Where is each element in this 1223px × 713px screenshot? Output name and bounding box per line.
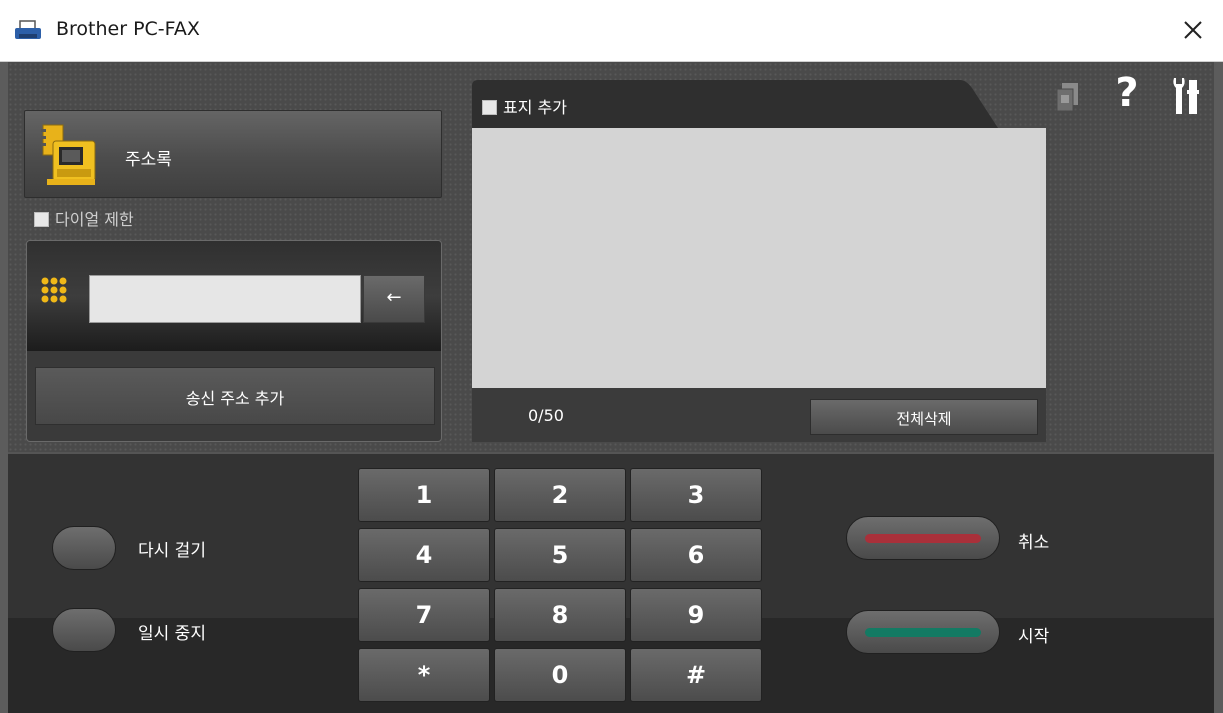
- start-button[interactable]: [846, 610, 1000, 654]
- redial-label: 다시 걸기: [138, 541, 206, 561]
- address-book-button[interactable]: 주소록: [24, 110, 442, 198]
- help-icon[interactable]: ?: [1110, 70, 1144, 116]
- title-bar: Brother PC-FAX: [0, 0, 1223, 62]
- cover-page-icon[interactable]: [1056, 82, 1080, 114]
- key-5[interactable]: 5: [494, 528, 626, 582]
- key-5-label: 5: [551, 541, 569, 569]
- key-star-label: *: [417, 661, 431, 689]
- cancel-button[interactable]: [846, 516, 1000, 560]
- key-7-label: 7: [415, 601, 433, 629]
- dial-limit-checkbox[interactable]: [34, 212, 49, 227]
- cancel-label: 취소: [1018, 533, 1050, 553]
- window-frame-right: [1214, 62, 1223, 713]
- key-7[interactable]: 7: [358, 588, 490, 642]
- recipient-count: 0/50: [528, 406, 564, 425]
- fax-number-input[interactable]: [89, 275, 361, 323]
- key-4[interactable]: 4: [358, 528, 490, 582]
- key-hash-label: #: [685, 661, 707, 689]
- dial-limit-option: 다이얼 제한: [34, 206, 134, 230]
- pause-label: 일시 중지: [138, 624, 206, 644]
- key-3[interactable]: 3: [630, 468, 762, 522]
- key-2[interactable]: 2: [494, 468, 626, 522]
- start-label: 시작: [1018, 627, 1050, 647]
- window-title: Brother PC-FAX: [56, 18, 200, 40]
- printer-icon: [15, 20, 41, 39]
- cancel-indicator: [865, 534, 981, 543]
- dial-limit-label: 다이얼 제한: [55, 210, 134, 229]
- start-indicator: [865, 628, 981, 637]
- cover-page-label-wrap: 표지 추가: [482, 94, 567, 118]
- key-0-label: 0: [551, 661, 569, 689]
- recipient-list[interactable]: [472, 128, 1046, 388]
- key-hash[interactable]: #: [630, 648, 762, 702]
- number-entry-group: ← 송신 주소 추가: [26, 240, 442, 442]
- redial-button[interactable]: [52, 526, 116, 570]
- recipient-list-footer: 0/50 전체삭제: [472, 388, 1046, 442]
- key-1[interactable]: 1: [358, 468, 490, 522]
- key-6-label: 6: [687, 541, 705, 569]
- key-2-label: 2: [551, 481, 569, 509]
- add-send-address-label: 송신 주소 추가: [185, 389, 285, 408]
- back-arrow-icon: ←: [386, 287, 402, 308]
- pause-button[interactable]: [52, 608, 116, 652]
- backspace-button[interactable]: ←: [363, 275, 425, 323]
- key-6[interactable]: 6: [630, 528, 762, 582]
- key-1-label: 1: [415, 481, 433, 509]
- cover-page-option: 표지 추가: [472, 78, 1002, 128]
- key-9[interactable]: 9: [630, 588, 762, 642]
- tools-icon[interactable]: [1170, 76, 1202, 116]
- key-8[interactable]: 8: [494, 588, 626, 642]
- key-star[interactable]: *: [358, 648, 490, 702]
- window-frame-left: [0, 62, 8, 713]
- delete-all-label: 전체삭제: [896, 410, 952, 428]
- key-3-label: 3: [687, 481, 705, 509]
- address-book-icon: [41, 124, 96, 185]
- delete-all-button[interactable]: 전체삭제: [810, 399, 1038, 435]
- cover-page-checkbox[interactable]: [482, 100, 497, 115]
- cover-page-label: 표지 추가: [503, 98, 567, 117]
- key-4-label: 4: [415, 541, 433, 569]
- key-0[interactable]: 0: [494, 648, 626, 702]
- address-book-label: 주소록: [125, 150, 172, 170]
- close-icon[interactable]: [1177, 14, 1209, 46]
- keypad-icon: [41, 277, 67, 303]
- add-send-address-button[interactable]: 송신 주소 추가: [35, 367, 435, 425]
- key-8-label: 8: [551, 601, 569, 629]
- key-9-label: 9: [687, 601, 705, 629]
